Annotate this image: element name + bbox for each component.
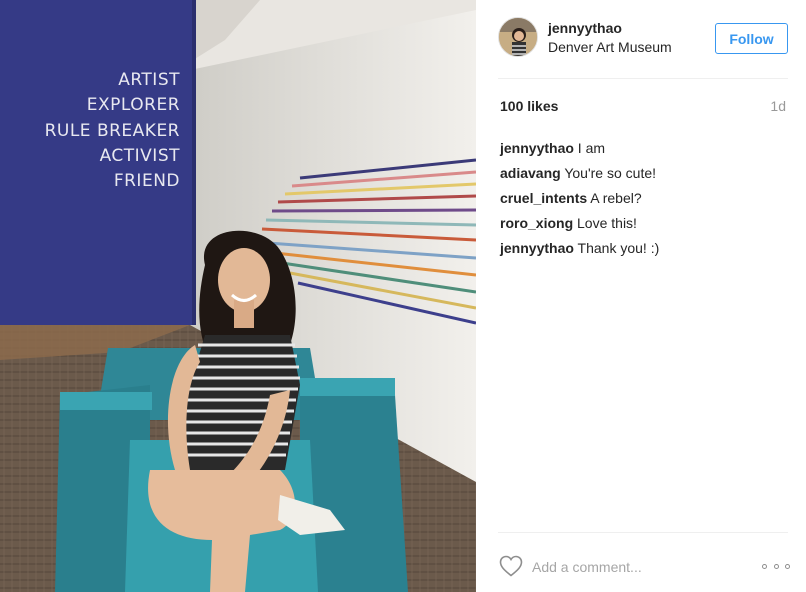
comment-item: adiavang You're so cute! [500,161,790,186]
post-username[interactable]: jennyythao [548,20,622,36]
post-location[interactable]: Denver Art Museum [548,39,672,55]
comment-text: A rebel? [590,190,642,206]
more-dot [773,563,779,569]
comment-item: cruel_intents A rebel? [500,186,790,211]
comment-username[interactable]: roro_xiong [500,215,573,231]
heart-icon[interactable] [499,555,523,577]
avatar-image [499,18,537,56]
more-options-icon[interactable] [762,557,790,575]
likes-count[interactable]: 100 likes [500,98,558,114]
footer-divider [498,532,788,533]
more-dot [785,563,790,569]
more-dot [762,563,767,569]
avatar[interactable] [498,17,538,57]
add-comment-input[interactable] [532,556,732,578]
post-timestamp[interactable]: 1d [770,98,786,114]
wall-text: ARTIST EXPLORER RULE BREAKER ACTIVIST FR… [0,68,180,194]
follow-button[interactable]: Follow [715,23,788,54]
comment-username[interactable]: jennyythao [500,240,574,256]
comment-item: jennyythao Thank you! :) [500,236,790,261]
comment-item: jennyythao I am [500,136,790,161]
wall-text-line: RULE BREAKER [44,120,180,141]
comment-item: roro_xiong Love this! [500,211,790,236]
comment-text: You're so cute! [564,165,657,181]
wall-text-line: FRIEND [113,171,180,192]
post-details-panel: jennyythao Denver Art Museum Follow 100 … [476,0,806,592]
comment-text: I am [577,140,606,156]
comment-text: Love this! [577,215,637,231]
header-divider [498,78,788,79]
comment-username[interactable]: jennyythao [500,140,574,156]
post-photo[interactable]: ARTIST EXPLORER RULE BREAKER ACTIVIST FR… [0,0,476,592]
wall-text-line: ARTIST [118,70,180,90]
post-header: jennyythao Denver Art Museum Follow [476,0,806,78]
wall-text-line: ACTIVIST [99,145,180,166]
comment-username[interactable]: cruel_intents [500,190,587,206]
comment-list: jennyythao I am adiavang You're so cute!… [500,136,790,261]
comment-username[interactable]: adiavang [500,165,561,181]
wall-text-line: EXPLORER [86,95,180,116]
comment-text: Thank you! :) [577,240,660,256]
